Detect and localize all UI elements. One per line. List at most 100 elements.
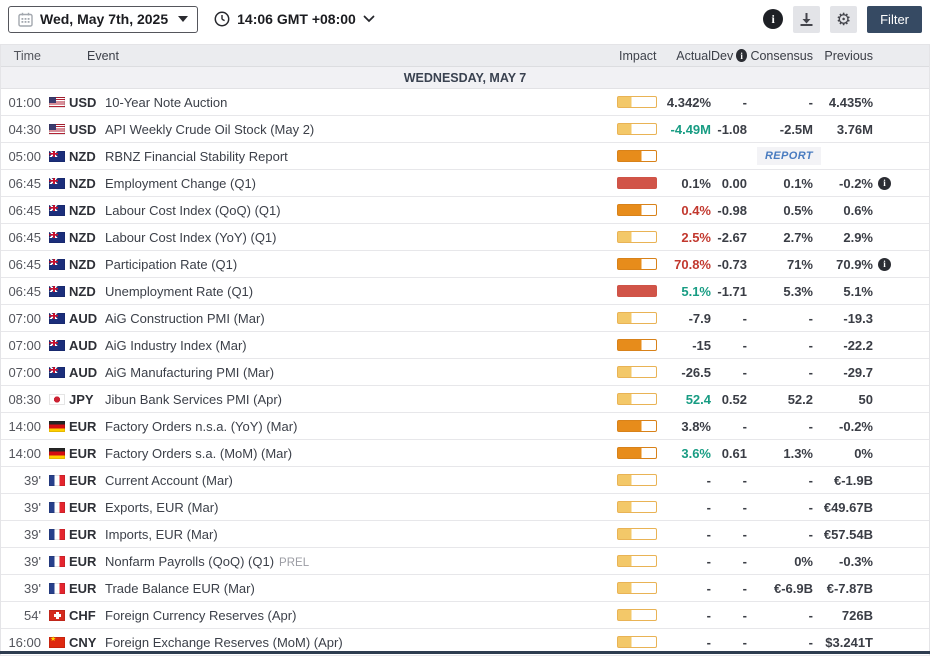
table-row[interactable]: 39' EUR Nonfarm Payrolls (QoQ) (Q1) PREL … [1,548,929,575]
table-row[interactable]: 14:00 EUR Factory Orders n.s.a. (YoY) (M… [1,413,929,440]
table-row[interactable]: 06:45 NZD Unemployment Rate (Q1) 5.1% -1… [1,278,929,305]
impact-bar [617,555,657,567]
table-row[interactable]: 54' CHF Foreign Currency Reserves (Apr) … [1,602,929,629]
calendar-icon [18,12,33,27]
header-event: Event [87,48,119,63]
event-time: 16:00 [8,634,41,650]
impact-bar [617,501,657,513]
previous-value: -0.2% [839,418,873,434]
table-row[interactable]: 39' EUR Imports, EUR (Mar) - - - €57.54B [1,521,929,548]
currency-flag-icon [49,582,65,594]
header-consensus: Consensus [750,48,813,63]
actual-value: 5.1% [681,283,711,299]
actual-value: 2.5% [681,229,711,245]
previous-value: 50 [858,391,873,407]
previous-value: 2.9% [843,229,873,245]
previous-value: €57.54B [823,526,873,542]
table-row[interactable]: 06:45 NZD Employment Change (Q1) 0.1% 0.… [1,170,929,197]
table-row[interactable]: 01:00 USD 10-Year Note Auction 4.342% - … [1,89,929,116]
previous-value: 70.9% [836,256,873,272]
table-row[interactable]: 39' EUR Trade Balance EUR (Mar) - - €-6.… [1,575,929,602]
table-row[interactable]: 07:00 AUD AiG Construction PMI (Mar) -7.… [1,305,929,332]
table-row[interactable]: 05:00 NZD RBNZ Financial Stability Repor… [1,143,929,170]
event-time: 07:00 [8,364,41,380]
filter-button[interactable]: Filter [867,5,922,33]
info-icon[interactable]: i [763,9,784,29]
table-row[interactable]: 04:30 USD API Weekly Crude Oil Stock (Ma… [1,116,929,143]
download-button[interactable] [793,5,821,33]
dev-value: - [742,499,747,515]
impact-bar [617,609,657,621]
impact-bar [617,582,657,594]
table-row[interactable]: 39' EUR Exports, EUR (Mar) - - - €49.67B [1,494,929,521]
dev-value: - [742,634,747,650]
currency-flag-icon [49,204,65,216]
event-time: 07:00 [8,310,41,326]
actual-value: -15 [692,337,711,353]
actual-value: - [706,499,711,515]
currency-code: CHF [69,607,96,623]
currency-code: EUR [69,445,97,461]
consensus-value: - [808,634,813,650]
table-row[interactable]: 06:45 NZD Participation Rate (Q1) 70.8% … [1,251,929,278]
currency-code: EUR [69,526,97,542]
actual-value: - [706,526,711,542]
currency-code: USD [69,94,97,110]
header-time: Time [13,48,41,63]
dev-value: -2.67 [717,229,747,245]
event-title: AiG Construction PMI (Mar) [105,310,265,326]
dev-value: 0.00 [721,175,747,191]
consensus-value: - [808,526,813,542]
dev-value: - [742,580,747,596]
currency-flag-icon [49,123,65,135]
table-row[interactable]: 39' EUR Current Account (Mar) - - - €-1.… [1,467,929,494]
currency-code: EUR [69,418,97,434]
event-time: 06:45 [8,175,41,191]
event-title: AiG Industry Index (Mar) [105,337,247,353]
event-time: 04:30 [8,121,41,137]
event-title: Unemployment Rate (Q1) [105,283,254,299]
dev-value: - [742,418,747,434]
event-rows: 01:00 USD 10-Year Note Auction 4.342% - … [1,89,929,656]
settings-button[interactable]: ⚙ [830,5,858,33]
currency-code: AUD [69,310,98,326]
event-time: 06:45 [8,256,41,272]
event-title: RBNZ Financial Stability Report [105,148,288,164]
table-row[interactable]: 07:00 AUD AiG Industry Index (Mar) -15 -… [1,332,929,359]
table-row[interactable]: 06:45 NZD Labour Cost Index (QoQ) (Q1) 0… [1,197,929,224]
dev-info-icon[interactable]: i [736,49,747,62]
timezone-selector[interactable]: 14:06 GMT +08:00 [214,11,375,27]
dev-value: 0.61 [721,445,747,461]
table-row[interactable]: 08:30 JPY Jibun Bank Services PMI (Apr) … [1,386,929,413]
date-selector[interactable]: Wed, May 7th, 2025 [8,5,199,33]
previous-value: €-7.87B [826,580,873,596]
event-title: Trade Balance EUR (Mar) [105,580,255,596]
currency-flag-icon [49,96,65,108]
actual-value: - [706,472,711,488]
clock-icon [214,11,230,27]
currency-flag-icon [49,501,65,513]
currency-flag-icon [49,366,65,378]
previous-info-icon[interactable]: i [878,176,891,190]
impact-bar [617,150,657,162]
table-row[interactable]: 07:00 AUD AiG Manufacturing PMI (Mar) -2… [1,359,929,386]
toolbar-actions: i ⚙ Filter [763,5,922,33]
previous-value: -29.7 [843,364,873,380]
consensus-value: 0.1% [783,175,813,191]
header-actual: Actual [676,48,711,63]
event-time: 06:45 [8,283,41,299]
table-row[interactable]: 06:45 NZD Labour Cost Index (YoY) (Q1) 2… [1,224,929,251]
previous-info-icon[interactable]: i [878,257,891,271]
impact-bar [617,420,657,432]
impact-bar [617,636,657,648]
event-time: 14:00 [8,418,41,434]
table-row[interactable]: 14:00 EUR Factory Orders s.a. (MoM) (Mar… [1,440,929,467]
event-time: 07:00 [8,337,41,353]
event-title: Imports, EUR (Mar) [105,526,218,542]
report-link[interactable]: REPORT [756,147,821,165]
currency-flag-icon [49,474,65,486]
currency-flag-icon [49,555,65,567]
event-title: Exports, EUR (Mar) [105,499,219,515]
actual-value: 3.6% [681,445,711,461]
previous-value: 4.435% [828,94,873,110]
